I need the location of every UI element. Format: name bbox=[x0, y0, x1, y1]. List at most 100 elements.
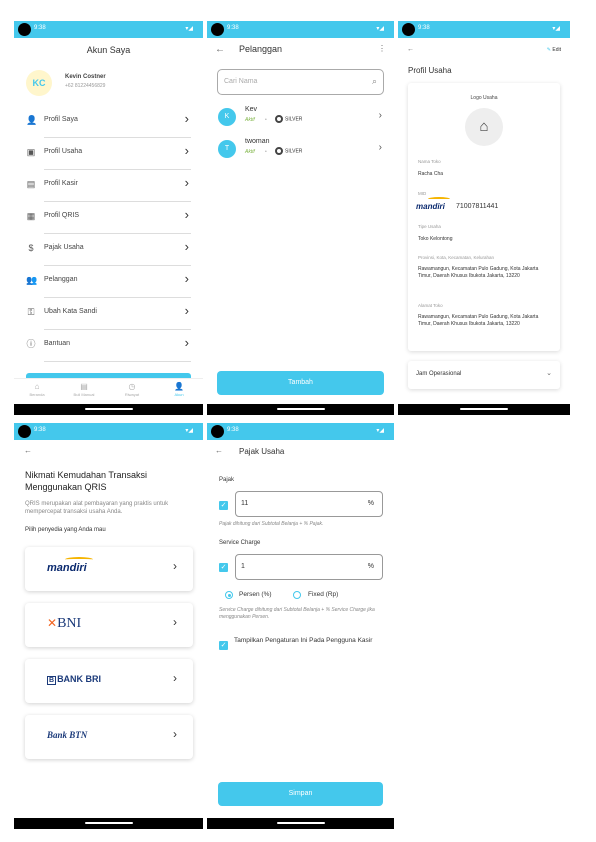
logo-placeholder[interactable]: ⌂ bbox=[465, 108, 503, 146]
chevron-right-icon: › bbox=[184, 143, 189, 158]
bank-name: Bank BTN bbox=[47, 730, 88, 740]
avatar: K bbox=[218, 108, 236, 126]
system-nav-bar bbox=[207, 818, 394, 829]
home-indicator[interactable] bbox=[276, 822, 325, 824]
service-charge-label: Service Charge bbox=[219, 540, 261, 546]
system-nav-bar bbox=[14, 404, 203, 415]
signal-icon: ▾◢ bbox=[376, 26, 384, 32]
region-value: Rawamangun, Kecamatan Pulo Gadung, Kota … bbox=[418, 266, 539, 279]
store-icon: ▣ bbox=[26, 147, 36, 157]
app-bar: ← Pajak Usaha bbox=[207, 440, 394, 466]
home-indicator[interactable] bbox=[460, 408, 508, 410]
store-name: Racha Cha bbox=[418, 171, 444, 177]
back-arrow-icon[interactable]: ← bbox=[407, 46, 414, 53]
qris-heading: Nikmati Kemudahan Transaksi Menggunakan … bbox=[25, 470, 148, 492]
menu-item-profil-kasir[interactable]: ▤ Profil Kasir › bbox=[14, 170, 203, 202]
tier-label: SILVER bbox=[285, 148, 303, 155]
status-time: 9:38 bbox=[418, 25, 430, 31]
menu-item-profil-saya[interactable]: 👤 Profil Saya › bbox=[14, 106, 203, 138]
screen-akun-saya: 9:38 ▾◢ Akun Saya KC Kevin Costner +62 8… bbox=[14, 21, 203, 415]
people-icon: 👥 bbox=[26, 275, 38, 285]
service-charge-note: Service Charge dihitung dari Subtotal Be… bbox=[219, 607, 375, 620]
business-type: Toko Kelontong bbox=[418, 236, 453, 242]
nav-riwayat[interactable]: ◷ Riwayat bbox=[117, 382, 147, 397]
menu-item-bantuan[interactable]: ⓘ Bantuan › bbox=[14, 330, 203, 362]
operating-hours-dropdown[interactable]: Jam Operasional ⌄ bbox=[408, 361, 560, 389]
chevron-right-icon: › bbox=[173, 559, 177, 573]
chevron-right-icon: › bbox=[184, 271, 189, 286]
camera-cutout bbox=[402, 23, 415, 36]
bank-option-bni[interactable]: ✕BNI › bbox=[25, 603, 193, 647]
bank-name: BNI bbox=[57, 616, 82, 631]
nav-label: Buli Manual bbox=[73, 392, 95, 397]
chevron-right-icon: › bbox=[378, 142, 382, 153]
menu-item-label: Bantuan bbox=[44, 340, 71, 347]
screen-pajak-usaha: 9:38 ▾◢ ← Pajak Usaha Pajak ✓ 11 % Pajak… bbox=[207, 423, 394, 829]
screen-profil-usaha: 9:38 ▾◢ ← ✎ Edit Profil Usaha Logo Usaha… bbox=[398, 21, 570, 415]
tax-input[interactable]: 11 % bbox=[235, 491, 383, 517]
user-phone: +62 81224456829 bbox=[65, 83, 106, 89]
menu-item-profil-usaha[interactable]: ▣ Profil Usaha › bbox=[14, 138, 203, 170]
signal-icon: ▾◢ bbox=[185, 428, 193, 434]
page-title: Akun Saya bbox=[86, 45, 131, 55]
bri-mark-icon: B bbox=[47, 676, 57, 685]
back-arrow-icon[interactable]: ← bbox=[215, 44, 225, 55]
service-charge-input[interactable]: 1 % bbox=[235, 554, 383, 580]
status-time: 9:38 bbox=[227, 25, 239, 31]
tax-value: 11 bbox=[241, 500, 249, 507]
tax-checkbox[interactable]: ✓ bbox=[219, 501, 228, 510]
avatar[interactable]: KC bbox=[26, 70, 52, 96]
info-icon: ⓘ bbox=[26, 339, 36, 349]
list-item-customer[interactable]: T twoman Aktif • SILVER › bbox=[215, 135, 386, 165]
add-customer-button[interactable]: Tambah bbox=[217, 371, 384, 395]
screen-qris-provider: 9:38 ▾◢ ← Nikmati Kemudahan Transaksi Me… bbox=[14, 423, 203, 829]
back-arrow-icon[interactable]: ← bbox=[215, 446, 223, 455]
nav-buli-manual[interactable]: ▤ Buli Manual bbox=[69, 382, 99, 397]
page-title: Pajak Usaha bbox=[239, 447, 285, 456]
menu-item-pelanggan[interactable]: 👥 Pelanggan › bbox=[14, 266, 203, 298]
bank-option-btn[interactable]: Bank BTN › bbox=[25, 715, 193, 759]
divider bbox=[44, 361, 191, 362]
bni-mark-icon: ✕ bbox=[47, 616, 58, 630]
search-input[interactable]: Cari Nama ⌕ bbox=[217, 69, 384, 95]
chevron-right-icon: › bbox=[184, 111, 189, 126]
user-name: Kevin Costner bbox=[65, 74, 106, 80]
bank-option-bri[interactable]: B BANK BRI › bbox=[25, 659, 193, 703]
nav-beranda[interactable]: ⌂ Beranda bbox=[22, 382, 52, 397]
show-setting-checkbox[interactable]: ✓ bbox=[219, 641, 228, 650]
save-button[interactable]: Simpan bbox=[218, 782, 383, 806]
account-icon: 👤 bbox=[174, 382, 184, 391]
system-nav-bar bbox=[207, 404, 394, 415]
system-nav-bar bbox=[14, 818, 203, 829]
radio-fixed[interactable] bbox=[293, 591, 301, 599]
search-placeholder: Cari Nama bbox=[224, 78, 258, 85]
screen-pelanggan: 9:38 ▾◢ ← Pelanggan ⋮ Cari Nama ⌕ K Kev … bbox=[207, 21, 394, 415]
app-bar: ← Pelanggan ⋮ bbox=[207, 38, 394, 64]
list-item-customer[interactable]: K Kev Aktif • SILVER › bbox=[215, 103, 386, 133]
home-indicator[interactable] bbox=[276, 408, 325, 410]
back-arrow-icon[interactable]: ← bbox=[24, 446, 32, 455]
menu-item-ubah-kata-sandi[interactable]: ⚿ Ubah Kata Sandi › bbox=[14, 298, 203, 330]
menu-item-pajak-usaha[interactable]: $ Pajak Usaha › bbox=[14, 234, 203, 266]
status-bar: 9:38 ▾◢ bbox=[398, 21, 570, 38]
nav-label: Akun bbox=[174, 392, 184, 397]
bank-option-mandiri[interactable]: mandiri › bbox=[25, 547, 193, 591]
camera-cutout bbox=[211, 425, 224, 438]
service-charge-checkbox[interactable]: ✓ bbox=[219, 563, 228, 572]
edit-button[interactable]: ✎ Edit bbox=[547, 47, 561, 53]
menu-item-profil-qris[interactable]: ▦ Profil QRIS › bbox=[14, 202, 203, 234]
chevron-right-icon: › bbox=[184, 239, 189, 254]
home-indicator[interactable] bbox=[84, 822, 133, 824]
home-indicator[interactable] bbox=[84, 408, 133, 410]
show-setting-label: Tampilkan Pengaturan Ini Pada Pengguna K… bbox=[234, 637, 373, 644]
qr-icon: ▦ bbox=[26, 211, 36, 221]
tier-badge: SILVER bbox=[275, 115, 302, 123]
radio-persen[interactable] bbox=[225, 591, 233, 599]
service-charge-value: 1 bbox=[241, 563, 245, 570]
more-vert-icon[interactable]: ⋮ bbox=[378, 44, 386, 53]
bank-name: BANK BRI bbox=[57, 674, 102, 684]
signal-icon: ▾◢ bbox=[376, 428, 384, 434]
camera-cutout bbox=[211, 23, 224, 36]
menu-item-label: Pajak Usaha bbox=[44, 244, 84, 251]
nav-akun[interactable]: 👤 Akun bbox=[164, 382, 194, 397]
